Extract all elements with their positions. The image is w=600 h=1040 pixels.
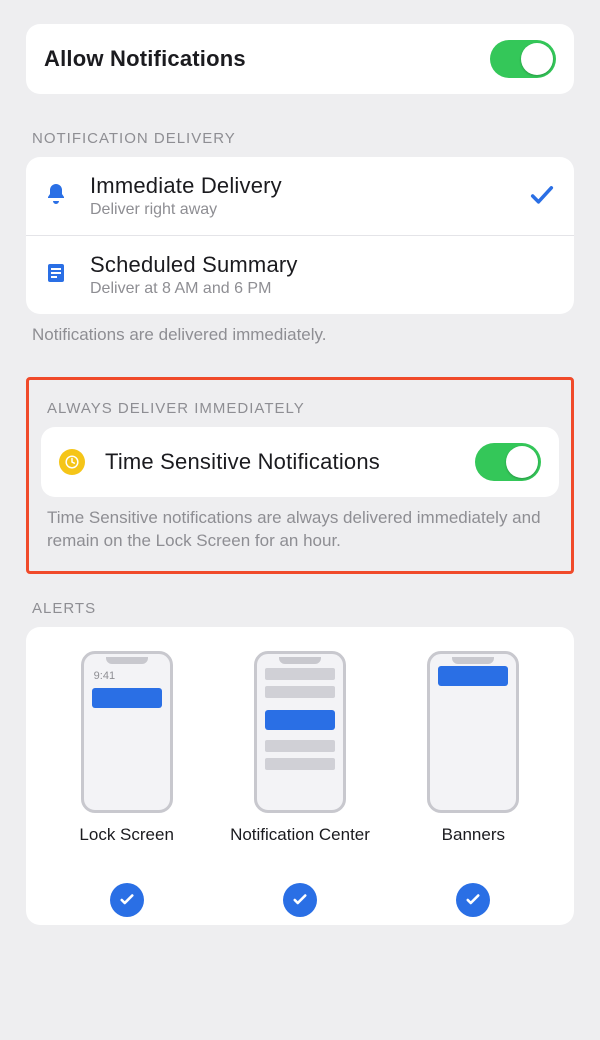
- lock-screen-preview: 9:41: [81, 651, 173, 813]
- lock-screen-check-icon[interactable]: [110, 883, 144, 917]
- banners-preview: [427, 651, 519, 813]
- bell-icon: [44, 182, 68, 211]
- lock-screen-time: 9:41: [94, 670, 115, 682]
- alert-option-notification-center[interactable]: Notification Center: [213, 651, 386, 917]
- notification-center-check-icon[interactable]: [283, 883, 317, 917]
- alerts-card: 9:41 Lock Screen Notification Center: [26, 627, 574, 925]
- banners-check-icon[interactable]: [456, 883, 490, 917]
- clock-icon: [59, 449, 85, 475]
- delivery-scheduled-title: Scheduled Summary: [90, 252, 556, 278]
- delivery-immediate-title: Immediate Delivery: [90, 173, 528, 199]
- delivery-option-scheduled[interactable]: Scheduled Summary Deliver at 8 AM and 6 …: [26, 235, 574, 314]
- checkmark-icon: [528, 182, 556, 210]
- delivery-card: Immediate Delivery Deliver right away Sc…: [26, 157, 574, 314]
- delivery-immediate-sub: Deliver right away: [90, 201, 528, 219]
- delivery-footer: Notifications are delivered immediately.: [26, 314, 574, 347]
- alert-option-banners[interactable]: Banners: [387, 651, 560, 917]
- time-sensitive-header: ALWAYS DELIVER IMMEDIATELY: [41, 400, 559, 427]
- delivery-scheduled-sub: Deliver at 8 AM and 6 PM: [90, 280, 556, 298]
- allow-notifications-label: Allow Notifications: [44, 46, 490, 72]
- time-sensitive-label: Time Sensitive Notifications: [105, 449, 475, 475]
- allow-notifications-toggle[interactable]: [490, 40, 556, 78]
- summary-icon: [44, 261, 68, 290]
- time-sensitive-row: Time Sensitive Notifications: [41, 427, 559, 497]
- lock-screen-label: Lock Screen: [79, 825, 174, 869]
- delivery-section-header: NOTIFICATION DELIVERY: [26, 130, 574, 157]
- banners-label: Banners: [442, 825, 505, 869]
- time-sensitive-toggle[interactable]: [475, 443, 541, 481]
- time-sensitive-highlight: ALWAYS DELIVER IMMEDIATELY Time Sensitiv…: [26, 377, 574, 574]
- alert-option-lock-screen[interactable]: 9:41 Lock Screen: [40, 651, 213, 917]
- notification-center-preview: [254, 651, 346, 813]
- time-sensitive-footer: Time Sensitive notifications are always …: [41, 497, 559, 553]
- allow-notifications-row: Allow Notifications: [26, 24, 574, 94]
- alerts-section-header: ALERTS: [26, 600, 574, 627]
- delivery-option-immediate[interactable]: Immediate Delivery Deliver right away: [26, 157, 574, 235]
- notification-center-label: Notification Center: [230, 825, 370, 869]
